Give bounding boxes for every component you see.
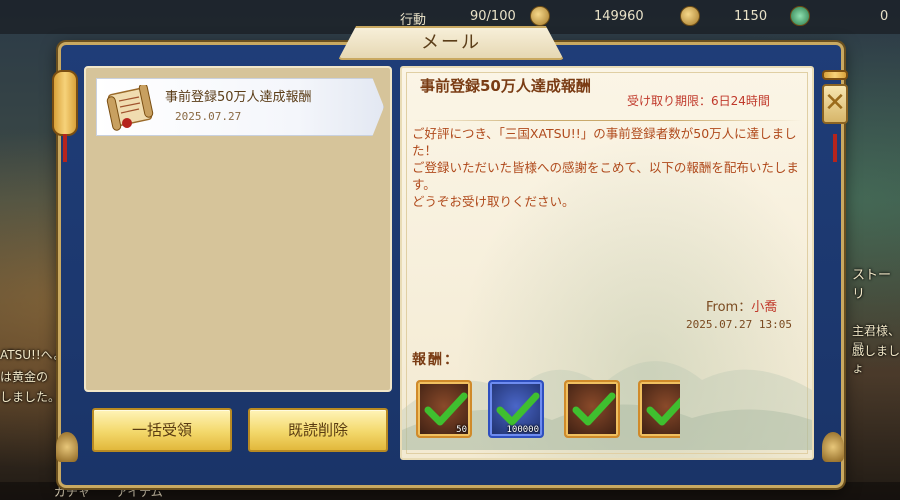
jade-icon <box>790 6 810 26</box>
story-button[interactable]: ストーリ <box>852 264 900 302</box>
check-icon <box>496 392 540 426</box>
lantern-right-icon <box>822 70 848 162</box>
silver-value: 149960 <box>594 9 644 24</box>
reward-item[interactable]: 50 <box>416 380 472 438</box>
bg-text: は黄金の <box>0 370 49 384</box>
receive-all-button[interactable]: 一括受領 <box>92 408 232 452</box>
bg-text: 戯しましょ <box>852 344 900 375</box>
check-icon <box>646 397 680 426</box>
sent-date: 2025.07.27 13:05 <box>686 318 792 331</box>
check-icon <box>572 392 616 426</box>
delete-read-button[interactable]: 既読削除 <box>248 408 388 452</box>
gold-value: 1150 <box>734 9 768 24</box>
reward-item[interactable] <box>638 380 680 438</box>
corner-ornament-icon <box>822 432 844 462</box>
close-icon: ✕ <box>824 88 846 118</box>
mail-title: 事前登録50万人達成報酬 <box>420 77 591 95</box>
stamina-value: 90/100 <box>470 9 516 24</box>
check-icon <box>424 392 468 426</box>
corner-ornament-icon <box>56 432 78 462</box>
mail-item-date: 2025.07.27 <box>175 110 242 123</box>
mail-body: ご好評につき、「三国XATSU!!」の事前登録者数が50万人に達しました！ ご登… <box>412 125 804 210</box>
deadline-text: 受け取り期限：6日24時間 <box>627 94 770 108</box>
mail-body-line: どうぞお受け取りください。 <box>412 194 575 209</box>
close-button[interactable]: ✕ <box>822 84 848 124</box>
from-label: From： <box>706 300 752 315</box>
scroll-icon <box>106 85 154 131</box>
dialog-title: メール <box>338 26 564 60</box>
sender-name: 小喬 <box>751 300 778 315</box>
reward-quantity: 50 <box>456 425 467 435</box>
reward-list: 50 100000 <box>412 376 680 442</box>
reward-item[interactable]: 100000 <box>488 380 544 438</box>
bg-text: ATSU!!へよ <box>0 348 65 362</box>
reward-item[interactable] <box>564 380 620 438</box>
reward-label: 報酬： <box>412 352 460 368</box>
mail-body-line: ご登録いただいた皆様への感謝をこめて、以下の報酬を配布いたします。 <box>412 160 799 192</box>
reward-quantity: 100000 <box>506 425 539 435</box>
mail-body-line: ご好評につき、「三国XATSU!!」の事前登録者数が50万人に達しました！ <box>412 126 797 158</box>
divider <box>414 120 802 121</box>
stamina-label: 行動 <box>400 13 427 28</box>
lantern-left-icon <box>52 70 78 162</box>
gold-ingot-icon <box>680 6 700 26</box>
mail-item-title: 事前登録50万人達成報酬 <box>165 90 312 105</box>
jade-value: 0 <box>880 9 889 24</box>
sender-line: From：小喬 <box>706 296 777 315</box>
mail-list-item[interactable]: 事前登録50万人達成報酬 2025.07.27 <box>96 78 384 136</box>
bg-text: しました。 <box>0 390 61 404</box>
silver-coin-icon <box>530 6 550 26</box>
